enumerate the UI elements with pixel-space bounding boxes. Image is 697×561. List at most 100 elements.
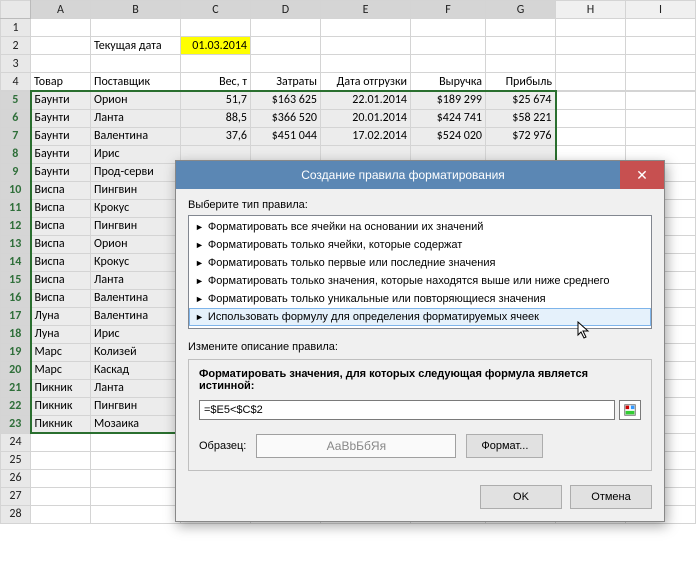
select-all-corner[interactable] [1, 1, 31, 19]
cell[interactable] [91, 469, 181, 487]
row-header[interactable]: 26 [1, 469, 31, 487]
cell[interactable]: Виспа [31, 253, 91, 271]
row-header[interactable]: 8 [1, 145, 31, 163]
rule-type-list[interactable]: ►Форматировать все ячейки на основании и… [188, 215, 652, 329]
header-cell[interactable]: Выручка [411, 73, 486, 91]
row-header[interactable]: 6 [1, 109, 31, 127]
row-header[interactable]: 4 [1, 73, 31, 91]
row-header[interactable]: 24 [1, 433, 31, 451]
cell[interactable]: Ирис [91, 325, 181, 343]
cell[interactable] [31, 469, 91, 487]
cell[interactable]: Виспа [31, 181, 91, 199]
row-header[interactable]: 27 [1, 487, 31, 505]
cell[interactable]: Виспа [31, 217, 91, 235]
header-cell[interactable]: Вес, т [181, 73, 251, 91]
cell[interactable] [91, 487, 181, 505]
row-header[interactable]: 14 [1, 253, 31, 271]
col-header[interactable]: H [556, 1, 626, 19]
cell[interactable]: $25 674 [486, 91, 556, 109]
row-header[interactable]: 23 [1, 415, 31, 433]
cell[interactable]: Луна [31, 307, 91, 325]
header-cell[interactable]: Прибыль [486, 73, 556, 91]
cell[interactable] [626, 91, 696, 109]
cell[interactable]: Виспа [31, 199, 91, 217]
cell[interactable]: $366 520 [251, 109, 321, 127]
row-header[interactable]: 1 [1, 19, 31, 37]
cell[interactable] [31, 433, 91, 451]
cell[interactable] [626, 109, 696, 127]
cell[interactable]: $72 976 [486, 127, 556, 145]
cell[interactable] [556, 109, 626, 127]
cell[interactable]: Баунти [31, 109, 91, 127]
row-header[interactable]: 16 [1, 289, 31, 307]
cell[interactable]: Орион [91, 235, 181, 253]
col-header[interactable]: E [321, 1, 411, 19]
cell[interactable]: 22.01.2014 [321, 91, 411, 109]
cell-current-date[interactable]: 01.03.2014 [181, 37, 251, 55]
header-cell[interactable]: Дата отгрузки [321, 73, 411, 91]
cell[interactable]: Текущая дата [91, 37, 181, 55]
dialog-titlebar[interactable]: Создание правила форматирования ✕ [176, 161, 664, 189]
cell[interactable]: Ланта [91, 109, 181, 127]
cell[interactable]: Марс [31, 343, 91, 361]
row-header[interactable]: 2 [1, 37, 31, 55]
cell[interactable] [91, 433, 181, 451]
rule-type-item[interactable]: ►Форматировать только ячейки, которые со… [189, 236, 651, 254]
rule-type-item[interactable]: ►Форматировать все ячейки на основании и… [189, 218, 651, 236]
rule-type-item[interactable]: ►Форматировать только первые или последн… [189, 254, 651, 272]
cell[interactable]: Баунти [31, 127, 91, 145]
cell[interactable]: Орион [91, 91, 181, 109]
cell[interactable]: Колизей [91, 343, 181, 361]
row-header[interactable]: 15 [1, 271, 31, 289]
cell[interactable]: Крокус [91, 253, 181, 271]
row-header[interactable]: 25 [1, 451, 31, 469]
cell[interactable]: Виспа [31, 271, 91, 289]
cell[interactable]: 51,7 [181, 91, 251, 109]
col-header[interactable]: B [91, 1, 181, 19]
header-cell[interactable]: Поставщик [91, 73, 181, 91]
cell[interactable]: Валентина [91, 289, 181, 307]
rule-type-item[interactable]: ►Использовать формулу для определения фо… [189, 308, 651, 326]
rule-type-item[interactable]: ►Форматировать только значения, которые … [189, 272, 651, 290]
cell[interactable]: Пикник [31, 415, 91, 433]
cell[interactable]: $524 020 [411, 127, 486, 145]
cell[interactable]: Луна [31, 325, 91, 343]
row-header[interactable]: 12 [1, 217, 31, 235]
row-header[interactable]: 20 [1, 361, 31, 379]
cell[interactable]: Пингвин [91, 397, 181, 415]
cell[interactable] [91, 451, 181, 469]
col-header[interactable]: D [251, 1, 321, 19]
cell[interactable]: Баунти [31, 145, 91, 163]
row-header[interactable]: 18 [1, 325, 31, 343]
cell[interactable]: Каскад [91, 361, 181, 379]
formula-input[interactable] [199, 400, 615, 420]
range-selector-button[interactable] [619, 400, 641, 420]
cell[interactable]: Баунти [31, 163, 91, 181]
cell[interactable]: $189 299 [411, 91, 486, 109]
cell[interactable]: Мозаика [91, 415, 181, 433]
cell[interactable]: Виспа [31, 235, 91, 253]
row-header[interactable]: 28 [1, 505, 31, 523]
cell[interactable]: $451 044 [251, 127, 321, 145]
cell[interactable] [91, 505, 181, 523]
col-header[interactable]: I [626, 1, 696, 19]
row-header[interactable]: 13 [1, 235, 31, 253]
cell[interactable]: 17.02.2014 [321, 127, 411, 145]
header-cell[interactable]: Затраты [251, 73, 321, 91]
row-header[interactable]: 11 [1, 199, 31, 217]
row-header[interactable]: 19 [1, 343, 31, 361]
row-header[interactable]: 17 [1, 307, 31, 325]
cell[interactable]: Валентина [91, 307, 181, 325]
cell[interactable]: 88,5 [181, 109, 251, 127]
cell[interactable]: Марс [31, 361, 91, 379]
cell[interactable] [31, 487, 91, 505]
cell[interactable] [31, 451, 91, 469]
cell[interactable]: 37,6 [181, 127, 251, 145]
cell[interactable]: Крокус [91, 199, 181, 217]
cell[interactable] [556, 91, 626, 109]
row-header[interactable]: 3 [1, 55, 31, 73]
col-header[interactable]: C [181, 1, 251, 19]
cell[interactable]: Пикник [31, 379, 91, 397]
cell[interactable]: Ирис [91, 145, 181, 163]
cell[interactable]: Прод-серви [91, 163, 181, 181]
